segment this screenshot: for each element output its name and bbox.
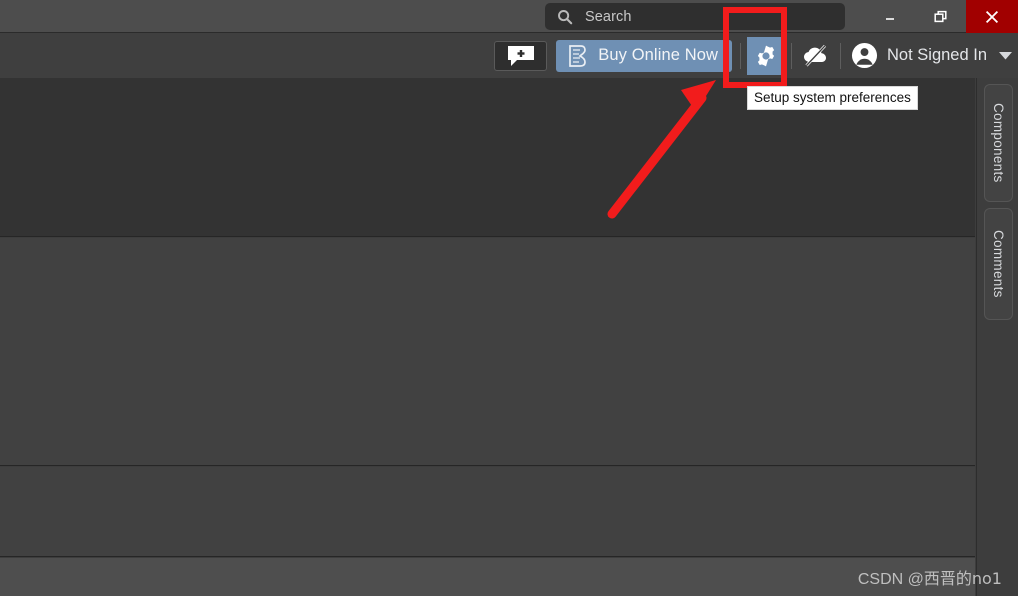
- toolbar-separator-1: [740, 42, 742, 69]
- settings-button[interactable]: [747, 36, 786, 75]
- window-controls: [864, 0, 1018, 33]
- buy-online-now-label: Buy Online Now: [598, 46, 719, 64]
- search-icon: [558, 9, 573, 24]
- restore-icon: [933, 10, 947, 22]
- chevron-down-icon: [999, 52, 1012, 60]
- tooltip: Setup system preferences: [747, 86, 918, 110]
- watermark-prefix: CSDN @: [857, 571, 924, 588]
- toolbar-separator-2: [791, 42, 793, 69]
- watermark: CSDN @西晋的no1: [858, 565, 1002, 589]
- search-placeholder: Search: [585, 8, 632, 25]
- close-button[interactable]: [966, 0, 1018, 33]
- cloud-status-button[interactable]: [798, 39, 834, 73]
- brand-icon: [569, 44, 587, 67]
- toolbar-separator-3: [840, 42, 842, 69]
- sidebar-tab-components[interactable]: Components: [984, 84, 1013, 202]
- application-window: Search Buy Online Now Not Signed In Comp…: [0, 0, 1018, 596]
- add-comment-button[interactable]: [494, 40, 548, 71]
- close-icon: [985, 10, 999, 23]
- minimize-button[interactable]: [864, 0, 915, 33]
- sidebar-tab-comments[interactable]: Comments: [984, 208, 1013, 320]
- sidebar-tab-comments-label: Comments: [991, 230, 1006, 298]
- account-label: Not Signed In: [887, 46, 987, 64]
- gear-icon: [757, 45, 775, 66]
- toolbar-right-group: Buy Online Now Not Signed In: [494, 33, 1012, 78]
- tooltip-text: Setup system preferences: [754, 90, 911, 105]
- account-menu[interactable]: Not Signed In: [851, 42, 1012, 69]
- minimize-icon: [885, 17, 894, 20]
- sidebar-tab-components-label: Components: [991, 103, 1006, 183]
- buy-online-now-button[interactable]: Buy Online Now: [556, 39, 733, 72]
- main-toolbar: Buy Online Now Not Signed In: [0, 33, 1018, 78]
- comment-add-icon: [507, 45, 534, 66]
- restore-button[interactable]: [915, 0, 966, 33]
- content-panel-upper: [0, 238, 975, 466]
- cloud-offline-icon: [804, 44, 827, 66]
- status-bar: [0, 558, 975, 596]
- watermark-author: 西晋的no1: [923, 569, 1002, 588]
- search-input[interactable]: Search: [545, 3, 845, 30]
- right-dock-rail: Components Comments: [976, 78, 1018, 596]
- title-bar: Search: [0, 0, 1018, 33]
- avatar-icon: [851, 42, 878, 69]
- content-panel-lower: [0, 467, 975, 557]
